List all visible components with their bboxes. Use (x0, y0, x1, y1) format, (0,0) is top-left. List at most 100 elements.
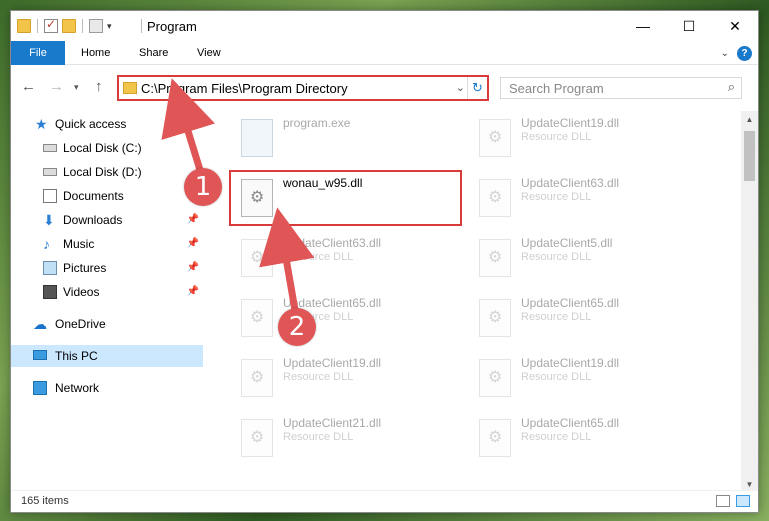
file-name: program.exe (283, 116, 351, 130)
file-item[interactable]: ⚙ UpdateClient63.dll Resource DLL (233, 231, 463, 287)
dll-file-icon: ⚙ (241, 419, 273, 457)
address-path[interactable]: C:\Program Files\Program Directory (141, 81, 348, 96)
sidebar-item-videos[interactable]: Videos 📌 (11, 281, 203, 303)
dll-file-icon: ⚙ (479, 359, 511, 397)
minimize-button[interactable]: — (620, 11, 666, 41)
refresh-icon[interactable]: ↻ (467, 77, 487, 99)
divider (141, 19, 142, 33)
recent-locations-chevron-icon[interactable]: ▾ (74, 82, 79, 93)
file-list: program.exe ⚙ wonau_w95.dll ⚙ UpdateClie… (207, 111, 739, 493)
sidebar-item-label: This PC (55, 349, 98, 363)
sidebar-item-label: Documents (63, 189, 124, 203)
file-name: UpdateClient19.dll (521, 356, 620, 370)
view-switcher (716, 495, 750, 507)
expand-ribbon-icon[interactable]: ⌄ (721, 48, 729, 59)
search-icon[interactable]: ⌕ (728, 79, 735, 95)
pin-icon[interactable]: 📌 (187, 262, 199, 273)
tiles-view-icon[interactable] (736, 495, 750, 507)
dll-file-icon: ⚙ (479, 179, 511, 217)
forward-arrow-icon[interactable]: → (49, 78, 64, 95)
dll-file-icon: ⚙ (241, 299, 273, 337)
sidebar-item-label: Local Disk (C:) (63, 141, 142, 155)
address-bar[interactable]: C:\Program Files\Program Directory ⌄ ↻ (117, 75, 489, 101)
scroll-up-icon[interactable]: ▲ (741, 111, 758, 128)
pc-icon (33, 350, 47, 360)
chevron-down-icon[interactable]: ▾ (107, 21, 112, 32)
file-name: UpdateClient65.dll (521, 296, 620, 310)
file-item[interactable]: ⚙ UpdateClient19.dll Resource DLL (233, 351, 463, 407)
file-type: Resource DLL (521, 131, 592, 143)
vertical-scrollbar[interactable]: ▲ ▼ (741, 111, 758, 493)
sidebar-item-this-pc[interactable]: This PC (11, 345, 203, 367)
file-item[interactable]: ⚙ UpdateClient65.dll Resource DLL (471, 411, 701, 467)
folder-icon[interactable] (17, 19, 31, 33)
tab-share[interactable]: Share (127, 41, 180, 65)
help-icon[interactable]: ? (737, 46, 752, 61)
search-box[interactable]: ⌕ (500, 77, 742, 99)
sidebar-item-label: OneDrive (55, 317, 106, 331)
pin-icon[interactable]: 📌 (187, 214, 199, 225)
file-item[interactable]: ⚙ UpdateClient65.dll Resource DLL (233, 291, 463, 347)
properties-check-icon[interactable] (44, 17, 58, 33)
sidebar-item-onedrive[interactable]: ☁ OneDrive (11, 313, 203, 335)
file-item[interactable]: ⚙ UpdateClient5.dll Resource DLL (471, 231, 701, 287)
window-controls: — ☐ ✕ (620, 11, 758, 41)
scrollbar-thumb[interactable] (744, 131, 755, 181)
file-item[interactable]: ⚙ UpdateClient65.dll Resource DLL (471, 291, 701, 347)
file-type: Resource DLL (283, 371, 354, 383)
file-name: UpdateClient63.dll (283, 236, 382, 250)
file-item[interactable]: ⚙ UpdateClient19.dll Resource DLL (471, 111, 701, 167)
sidebar-item-downloads[interactable]: ⬇ Downloads 📌 (11, 209, 203, 231)
search-input[interactable] (501, 78, 711, 98)
step-2-badge: 2 (278, 308, 316, 346)
tab-view[interactable]: View (185, 41, 233, 65)
tab-file[interactable]: File (11, 41, 65, 65)
sidebar-item-label: Videos (63, 285, 100, 299)
sidebar-item-local-disk-c[interactable]: Local Disk (C:) (11, 137, 203, 159)
sidebar-item-label: Network (55, 381, 100, 395)
sidebar-item-pictures[interactable]: Pictures 📌 (11, 257, 203, 279)
network-icon (33, 381, 47, 395)
maximize-button[interactable]: ☐ (666, 11, 712, 41)
pin-icon[interactable]: 📌 (187, 238, 199, 249)
sidebar-item-music[interactable]: ♪ Music 📌 (11, 233, 203, 255)
window-title: Program (147, 19, 197, 34)
back-arrow-icon[interactable]: ← (21, 78, 36, 95)
close-button[interactable]: ✕ (712, 11, 758, 41)
sidebar-item-documents[interactable]: Documents (11, 185, 203, 207)
divider (82, 19, 83, 33)
cloud-icon: ☁ (33, 316, 47, 332)
file-type: Resource DLL (283, 251, 354, 263)
chevron-down-icon[interactable]: ⌄ (456, 81, 465, 94)
gear-icon: ⚙ (250, 309, 265, 326)
dll-file-icon: ⚙ (479, 239, 511, 277)
file-name: UpdateClient63.dll (521, 176, 620, 190)
file-item-program-exe[interactable]: program.exe (233, 111, 463, 167)
up-arrow-icon[interactable]: ↑ (95, 78, 103, 95)
file-name: UpdateClient65.dll (521, 416, 620, 430)
pin-icon[interactable]: 📌 (187, 286, 199, 297)
file-item[interactable]: ⚙ UpdateClient19.dll Resource DLL (471, 351, 701, 407)
file-item[interactable]: ⚙ UpdateClient21.dll Resource DLL (233, 411, 463, 467)
explorer-window: ▾ Program — ☐ ✕ File Home Share View ⌄ ?… (10, 10, 759, 513)
tab-home[interactable]: Home (69, 41, 122, 65)
gear-icon: ⚙ (250, 249, 265, 266)
address-row: ← → ▾ ↑ C:\Program Files\Program Directo… (11, 73, 758, 103)
details-view-icon[interactable] (716, 495, 730, 507)
gear-icon: ⚙ (488, 189, 503, 206)
file-item[interactable]: ⚙ UpdateClient63.dll Resource DLL (471, 171, 701, 227)
file-type: Resource DLL (521, 311, 592, 323)
sidebar-item-label: Pictures (63, 261, 107, 275)
sidebar-item-quick-access[interactable]: ★ Quick access (11, 113, 203, 135)
gear-icon: ⚙ (488, 129, 503, 146)
customize-icon[interactable] (89, 19, 103, 33)
file-name: UpdateClient19.dll (283, 356, 382, 370)
dll-file-icon: ⚙ (479, 299, 511, 337)
new-folder-icon[interactable] (62, 19, 76, 33)
title-bar: ▾ Program — ☐ ✕ (11, 11, 758, 41)
dll-file-icon: ⚙ (479, 119, 511, 157)
sidebar-item-local-disk-d[interactable]: Local Disk (D:) (11, 161, 203, 183)
ribbon-right: ⌄ ? (721, 46, 752, 61)
folder-icon (123, 82, 137, 94)
sidebar-item-network[interactable]: Network (11, 377, 203, 399)
